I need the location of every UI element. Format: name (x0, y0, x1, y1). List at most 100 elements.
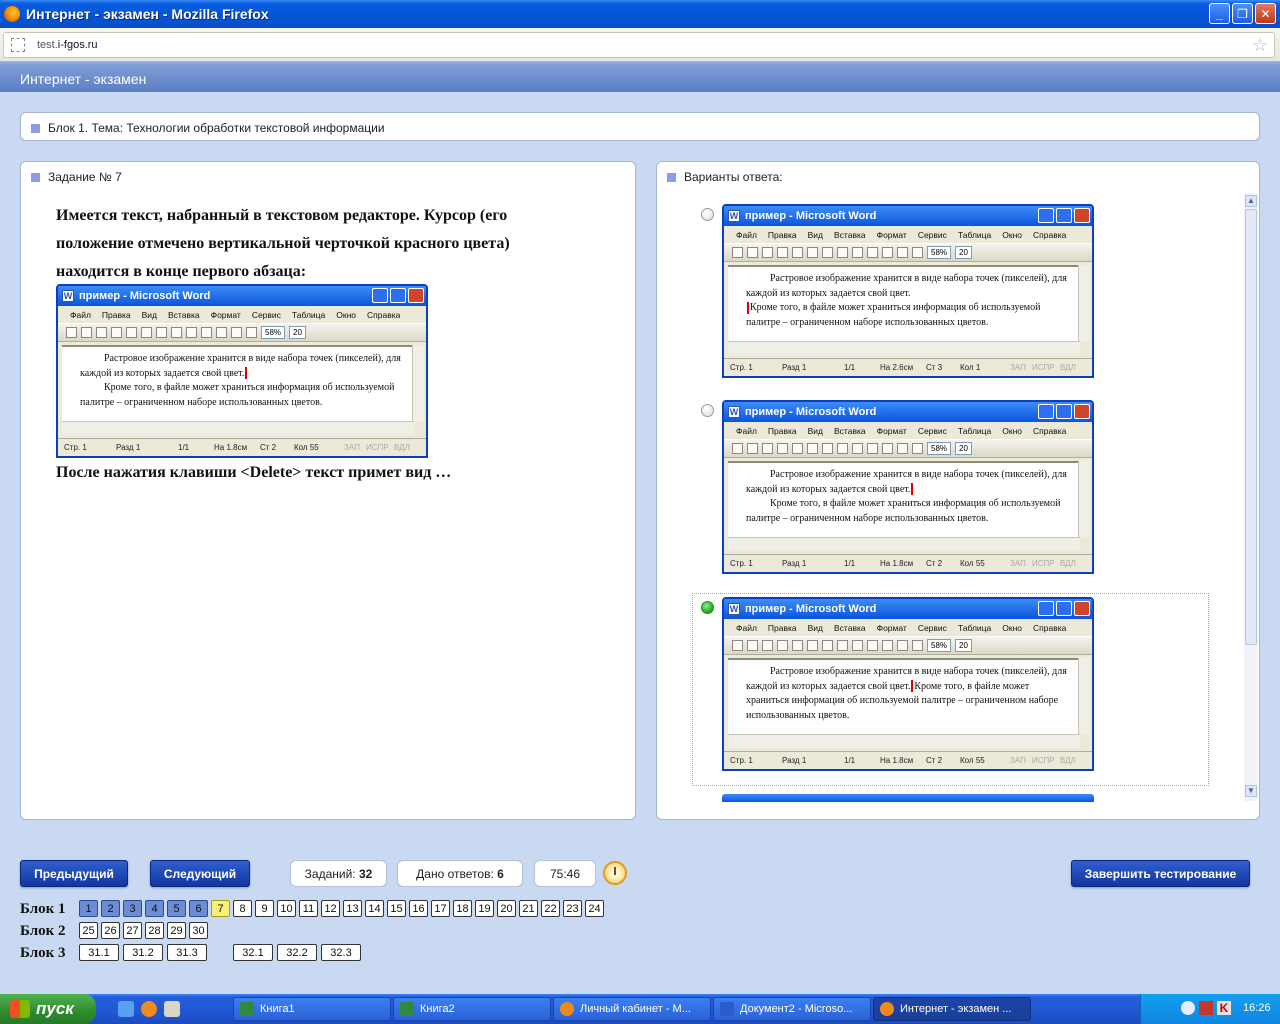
task-number-20[interactable]: 20 (497, 900, 516, 917)
task-number-32-3[interactable]: 32.3 (321, 944, 361, 961)
scrollbar-thumb[interactable] (1245, 209, 1257, 645)
url-text[interactable]: test.i-fgos.ru (37, 39, 98, 51)
taskbar-item-document2[interactable]: Документ2 - Microso... (713, 997, 871, 1021)
finish-test-button[interactable]: Завершить тестирование (1071, 860, 1250, 887)
word-icon: W (728, 210, 740, 222)
task-number-31-2[interactable]: 31.2 (123, 944, 163, 961)
answer-radio-3[interactable] (701, 601, 714, 614)
task-label: Задание № 7 (48, 170, 122, 184)
answer-radio-1[interactable] (701, 208, 714, 221)
bullet-square-icon (31, 124, 40, 134)
task-number-27[interactable]: 27 (123, 922, 142, 939)
task-number-2[interactable]: 2 (101, 900, 120, 917)
answers-scrollbar[interactable]: ▲ ▼ (1244, 193, 1258, 801)
taskbar-item-cabinet[interactable]: Личный кабинет - M... (553, 997, 711, 1021)
answers-label: Варианты ответа: (684, 170, 783, 184)
task-number-11[interactable]: 11 (299, 900, 318, 917)
text-cursor (747, 301, 749, 314)
task-number-29[interactable]: 29 (167, 922, 186, 939)
task-number-17[interactable]: 17 (431, 900, 450, 917)
answer-option-4-partial[interactable] (722, 794, 1094, 802)
task-number-8[interactable]: 8 (233, 900, 252, 917)
maximize-button[interactable]: ❐ (1232, 3, 1253, 24)
task-number-6[interactable]: 6 (189, 900, 208, 917)
task-number-4[interactable]: 4 (145, 900, 164, 917)
task-number-21[interactable]: 21 (519, 900, 538, 917)
task-number-32-1[interactable]: 32.1 (233, 944, 273, 961)
task-number-28[interactable]: 28 (145, 922, 164, 939)
word-icon: W (728, 406, 740, 418)
task-number-14[interactable]: 14 (365, 900, 384, 917)
firefox-icon (560, 1002, 574, 1016)
bullet-square-icon (667, 173, 676, 183)
block-2-label: Блок 2 (20, 923, 66, 939)
task-number-16[interactable]: 16 (409, 900, 428, 917)
task-number-22[interactable]: 22 (541, 900, 560, 917)
timer-display: 75:46 (534, 860, 596, 887)
quicklaunch-firefox-icon[interactable] (141, 1001, 157, 1017)
task-number-18[interactable]: 18 (453, 900, 472, 917)
antivirus-icon[interactable]: K (1217, 1001, 1231, 1015)
answer-radio-2[interactable] (701, 404, 714, 417)
answer-option-1[interactable]: Wпример - Microsoft Word Файл Правка Вид Вс… (722, 204, 1094, 378)
firefox-icon (4, 6, 20, 22)
taskbar-item-kniga2[interactable]: Книга2 (393, 997, 551, 1021)
close-button[interactable]: ✕ (1255, 3, 1276, 24)
task-number-9[interactable]: 9 (255, 900, 274, 917)
task-number-32-2[interactable]: 32.2 (277, 944, 317, 961)
window-title: Интернет - экзамен - Mozilla Firefox (26, 6, 269, 22)
quicklaunch-app-icon[interactable] (164, 1001, 180, 1017)
scroll-up-arrow-icon[interactable]: ▲ (1245, 195, 1257, 207)
taskbar-item-exam[interactable]: Интернет - экзамен ... (873, 997, 1031, 1021)
scroll-down-arrow-icon[interactable]: ▼ (1245, 785, 1257, 797)
task-number-15[interactable]: 15 (387, 900, 406, 917)
task-number-19[interactable]: 19 (475, 900, 494, 917)
start-button[interactable]: пуск (0, 994, 96, 1024)
tray-network-icon[interactable] (1199, 1001, 1213, 1015)
task-number-31-1[interactable]: 31.1 (79, 944, 119, 961)
task-number-13[interactable]: 13 (343, 900, 362, 917)
excel-icon (240, 1002, 254, 1016)
word-status-bar: Стр. 1 Разд 1 1/1 На 1.8см Ст 2 Кол 55 ЗАП ИСП… (58, 438, 426, 456)
answer-option-3[interactable]: Wпример - Microsoft Word Файл Правка Вид Вс… (722, 597, 1094, 771)
bullet-square-icon (31, 173, 40, 183)
word-icon (720, 1002, 734, 1016)
url-bar[interactable]: test.i-fgos.ru ☆ (3, 32, 1275, 58)
text-cursor (911, 483, 914, 496)
quicklaunch-desktop-icon[interactable] (118, 1001, 134, 1017)
previous-button[interactable]: Предыдущий (20, 860, 128, 887)
block-title: Блок 1. Тема: Технологии обработки текст… (48, 121, 385, 135)
task-number-3[interactable]: 3 (123, 900, 142, 917)
navigation-bar: test.i-fgos.ru ☆ (0, 28, 1280, 62)
answers-panel: Варианты ответа: Wпример - Microsoft Wor… (656, 161, 1260, 820)
task-number-26[interactable]: 26 (101, 922, 120, 939)
bookmark-star-icon[interactable]: ☆ (1252, 35, 1268, 56)
taskbar-item-kniga1[interactable]: Книга1 (233, 997, 391, 1021)
tray-arrow-icon[interactable] (1181, 1001, 1195, 1015)
task-number-30[interactable]: 30 (189, 922, 208, 939)
task-panel: Задание № 7 Имеется текст, набранный в т… (20, 161, 636, 820)
word-icon: W (62, 290, 74, 302)
word-document: Растровое изображение хранится в виде на… (62, 345, 414, 421)
page-header: Интернет - экзамен (0, 62, 1280, 92)
minimize-button[interactable]: _ (1209, 3, 1230, 24)
excel-icon (400, 1002, 414, 1016)
answer-option-2[interactable]: Wпример - Microsoft Word Файл Правка Вид Вс… (722, 400, 1094, 574)
task-number-31-3[interactable]: 31.3 (167, 944, 207, 961)
firefox-icon (880, 1002, 894, 1016)
task-number-12[interactable]: 12 (321, 900, 340, 917)
task-number-10[interactable]: 10 (277, 900, 296, 917)
task-number-24[interactable]: 24 (585, 900, 604, 917)
task-number-25[interactable]: 25 (79, 922, 98, 939)
question-after-text: После нажатия клавиши <Delete> текст при… (56, 464, 452, 481)
windows-taskbar: пуск Книга1 Книга2 Личный кабинет - M...… (0, 994, 1280, 1024)
task-number-23[interactable]: 23 (563, 900, 582, 917)
task-number-5[interactable]: 5 (167, 900, 186, 917)
block-3-label: Блок 3 (20, 945, 66, 961)
next-button[interactable]: Следующий (150, 860, 250, 887)
window-title-bar: Интернет - экзамен - Mozilla Firefox _ ❐… (0, 0, 1280, 28)
task-number-1[interactable]: 1 (79, 900, 98, 917)
word-toolbar: 58% 20 (58, 323, 426, 342)
text-cursor (245, 367, 248, 380)
task-number-7[interactable]: 7 (211, 900, 230, 917)
